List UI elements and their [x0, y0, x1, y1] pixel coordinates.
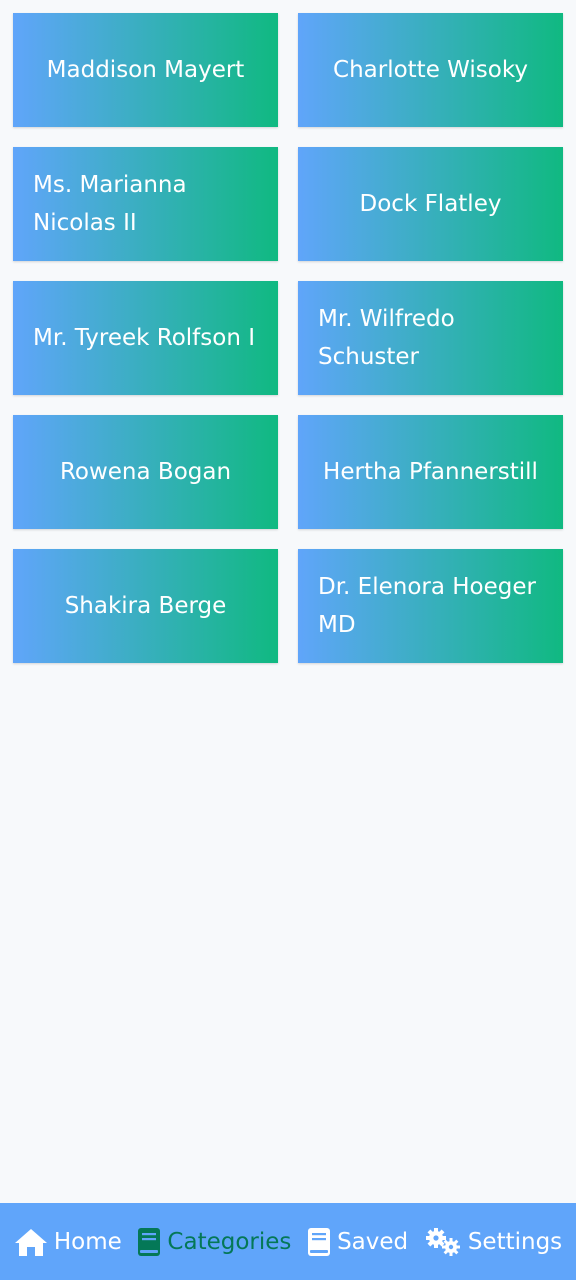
nav-item-saved[interactable]: Saved	[307, 1227, 408, 1257]
nav-item-label: Categories	[167, 1228, 292, 1255]
category-card[interactable]: Charlotte Wisoky	[298, 13, 563, 127]
category-card[interactable]: Hertha Pfannerstill	[298, 415, 563, 529]
category-card[interactable]: Mr. Wilfredo Schuster	[298, 281, 563, 395]
category-card[interactable]: Maddison Mayert	[13, 13, 278, 127]
nav-item-label: Settings	[467, 1228, 563, 1255]
nav-item-label: Home	[53, 1228, 122, 1255]
bottom-navigation: Home Categories Saved Settings	[0, 1203, 576, 1280]
category-card[interactable]: Mr. Tyreek Rolfson I	[13, 281, 278, 395]
nav-item-settings[interactable]: Settings	[424, 1227, 562, 1257]
category-card[interactable]: Shakira Berge	[13, 549, 278, 663]
book-icon	[137, 1227, 161, 1257]
category-grid: Maddison Mayert Charlotte Wisoky Ms. Mar…	[13, 13, 563, 663]
book-icon	[307, 1227, 331, 1257]
gears-icon	[424, 1227, 462, 1257]
category-card[interactable]: Dock Flatley	[298, 147, 563, 261]
category-card[interactable]: Ms. Marianna Nicolas II	[13, 147, 278, 261]
category-card[interactable]: Rowena Bogan	[13, 415, 278, 529]
nav-item-label: Saved	[337, 1228, 409, 1255]
nav-item-categories[interactable]: Categories	[137, 1227, 291, 1257]
home-icon	[14, 1227, 48, 1257]
nav-item-home[interactable]: Home	[14, 1227, 122, 1257]
category-card[interactable]: Dr. Elenora Hoeger MD	[298, 549, 563, 663]
